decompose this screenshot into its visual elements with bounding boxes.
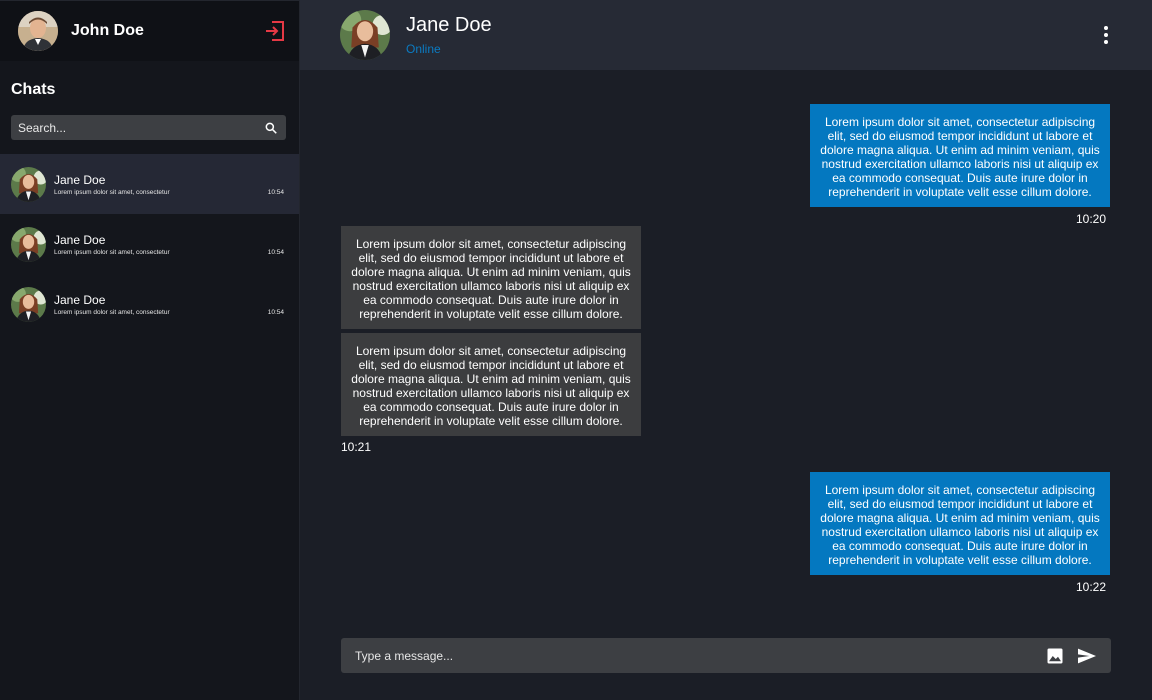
sidebar: John Doe Chats Search... Jane Doe Lorem … (0, 0, 300, 700)
chat-item-body: Jane Doe Lorem ipsum dolor sit amet, con… (54, 233, 284, 256)
conversation-panel: Jane Doe Online Lorem ipsum dolor sit am… (300, 0, 1152, 700)
chat-item-name: Jane Doe (54, 232, 106, 247)
message-bubble-incoming: Lorem ipsum dolor sit amet, consectetur … (341, 226, 641, 329)
contact-avatar (11, 226, 46, 262)
message-list: Lorem ipsum dolor sit amet, consectetur … (300, 70, 1152, 700)
contact-avatar (11, 286, 46, 322)
chat-item-time: 10:54 (267, 248, 284, 256)
message-bubble-outgoing: Lorem ipsum dolor sit amet, consectetur … (810, 104, 1110, 207)
search-bar (11, 115, 286, 140)
chat-item-body: Jane Doe Lorem ipsum dolor sit amet, con… (54, 173, 284, 196)
contact-avatar (11, 166, 46, 202)
chat-item-meta: Lorem ipsum dolor sit amet, consectetur … (54, 309, 284, 316)
message-bubble-outgoing: Lorem ipsum dolor sit amet, consectetur … (810, 472, 1110, 575)
chat-item-body: Jane Doe Lorem ipsum dolor sit amet, con… (54, 293, 284, 316)
image-icon[interactable] (1046, 647, 1064, 665)
more-vertical-icon[interactable] (1096, 23, 1116, 47)
chat-list: Jane Doe Lorem ipsum dolor sit amet, con… (0, 154, 299, 334)
chats-heading: Chats (11, 81, 56, 98)
chat-item-preview: Lorem ipsum dolor sit amet, consectetur (54, 308, 170, 316)
message-composer (341, 638, 1111, 673)
chat-app: John Doe Chats Search... Jane Doe Lorem … (0, 0, 1152, 700)
logout-icon[interactable] (263, 19, 287, 43)
chat-item-name: Jane Doe (54, 172, 106, 187)
message-input[interactable] (355, 648, 1046, 663)
current-user-name: John Doe (71, 22, 144, 39)
send-icon[interactable] (1077, 647, 1097, 665)
chat-item-meta: Lorem ipsum dolor sit amet, consectetur … (54, 189, 284, 196)
conversation-header: Jane Doe Online (300, 0, 1152, 70)
chat-item-preview: Lorem ipsum dolor sit amet, consectetur (54, 248, 170, 256)
chat-list-item[interactable]: Jane Doe Lorem ipsum dolor sit amet, con… (0, 214, 299, 274)
current-user-avatar[interactable] (18, 11, 58, 51)
chat-list-item[interactable]: Jane Doe Lorem ipsum dolor sit amet, con… (0, 274, 299, 334)
message-time: 10:22 (1076, 580, 1107, 594)
chat-item-meta: Lorem ipsum dolor sit amet, consectetur … (54, 249, 284, 256)
message-time: 10:20 (1076, 212, 1107, 226)
contact-status: Online (406, 42, 441, 56)
sidebar-header: John Doe (0, 0, 299, 61)
chat-item-preview: Lorem ipsum dolor sit amet, consectetur (54, 188, 170, 196)
message-time: 10:21 (341, 440, 372, 454)
chat-item-name: Jane Doe (54, 292, 106, 307)
search-input[interactable] (18, 120, 264, 135)
contact-avatar[interactable] (340, 10, 390, 60)
chat-item-time: 10:54 (267, 188, 284, 196)
chat-item-time: 10:54 (267, 308, 284, 316)
chat-list-item[interactable]: Jane Doe Lorem ipsum dolor sit amet, con… (0, 154, 299, 214)
search-icon[interactable] (264, 121, 278, 135)
contact-info: Jane Doe Online (406, 14, 1096, 56)
contact-name: Jane Doe (406, 14, 492, 36)
message-bubble-incoming: Lorem ipsum dolor sit amet, consectetur … (341, 333, 641, 436)
